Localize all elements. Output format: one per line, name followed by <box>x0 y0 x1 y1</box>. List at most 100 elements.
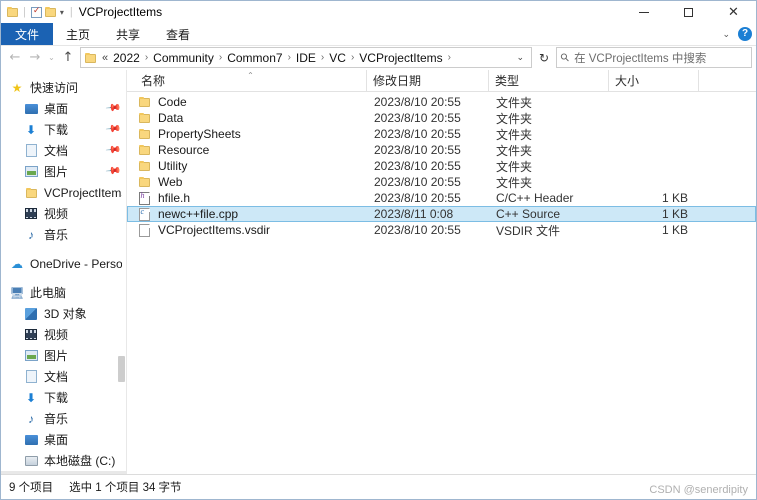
file-size: 1 KB <box>661 223 688 237</box>
close-button[interactable]: ✕ <box>711 1 756 23</box>
breadcrumb-item-vc[interactable]: VC <box>327 51 348 65</box>
sidebar-item-label: 音乐 <box>44 228 69 242</box>
selection-info-label: 选中 1 个项目 34 字节 <box>69 482 182 494</box>
table-row[interactable]: hfile.h 2023/8/10 20:55 C/C++ Header 1 K… <box>127 190 756 206</box>
sidebar-item-local-disk-c[interactable]: 本地磁盘 (C:) <box>1 450 126 471</box>
breadcrumb-item-vcprojectitems[interactable]: VCProjectItems <box>357 51 444 65</box>
search-box[interactable]: ⚲ 在 VCProjectItems 中搜索 <box>556 47 752 68</box>
sidebar-item-label: 图片 <box>44 349 69 363</box>
sidebar-scrollbar-thumb[interactable] <box>118 356 125 382</box>
breadcrumb-separator-icon[interactable]: › <box>216 52 225 63</box>
recent-locations-icon[interactable]: ⌄ <box>45 48 58 68</box>
table-row[interactable]: Data 2023/8/10 20:55 文件夹 <box>127 110 756 126</box>
minimize-button[interactable] <box>621 1 666 23</box>
chevron-down-icon[interactable]: ⌄ <box>722 29 730 40</box>
breadcrumb-separator-icon[interactable]: › <box>285 52 294 63</box>
sidebar-item-videos[interactable]: 视频 <box>1 324 126 345</box>
sidebar-item-documents[interactable]: 文档 📌 <box>1 140 126 161</box>
search-input[interactable]: 在 VCProjectItems 中搜索 <box>574 50 706 66</box>
breadcrumb-item-2022[interactable]: 2022 <box>111 51 142 65</box>
sidebar-item-3d-objects[interactable]: 3D 对象 <box>1 303 126 324</box>
sidebar-item-downloads[interactable]: ⬇ 下载 📌 <box>1 119 126 140</box>
forward-button[interactable]: → <box>25 48 45 68</box>
back-button[interactable]: ← <box>5 48 25 68</box>
breadcrumb-item-community[interactable]: Community <box>151 51 216 65</box>
sidebar-item-pictures-pc[interactable]: 图片 <box>1 345 126 366</box>
sidebar-scrollbar[interactable] <box>117 70 126 474</box>
sidebar-group-this-pc[interactable]: 🖥 此电脑 <box>1 282 126 303</box>
sidebar-item-label: 文档 <box>44 370 69 384</box>
sidebar-item-label: 桌面 <box>44 433 69 447</box>
breadcrumb-separator-icon[interactable]: › <box>142 52 151 63</box>
search-icon: ⚲ <box>558 50 573 65</box>
refresh-button[interactable]: ↻ <box>532 46 556 69</box>
downloads-icon: ⬇ <box>25 390 37 405</box>
sidebar-item-label: 文档 <box>44 144 69 158</box>
table-row[interactable]: Code 2023/8/10 20:55 文件夹 <box>127 94 756 110</box>
folder-icon <box>136 143 152 157</box>
sidebar-item-desktop[interactable]: 桌面 📌 <box>1 98 126 119</box>
table-row[interactable]: newc++file.cpp 2023/8/11 0:08 C++ Source… <box>127 206 756 222</box>
column-label: 名称 <box>141 74 166 88</box>
sidebar-item-desktop-pc[interactable]: 桌面 <box>1 429 126 450</box>
sidebar-item-label: 音乐 <box>44 412 69 426</box>
sidebar-group-quick-access[interactable]: ★ 快速访问 <box>1 77 126 98</box>
maximize-button[interactable] <box>666 1 711 23</box>
file-name-cell: hfile.h <box>136 191 368 205</box>
help-icon[interactable]: ? <box>738 27 752 41</box>
table-row[interactable]: Utility 2023/8/10 20:55 文件夹 <box>127 158 756 174</box>
column-header-size[interactable]: 大小 <box>609 70 699 91</box>
folder-icon <box>23 185 39 201</box>
address-dropdown-icon[interactable]: ⌄ <box>512 52 528 63</box>
qat-divider: | <box>23 6 26 18</box>
file-type: 文件夹 <box>496 159 533 174</box>
tab-file[interactable]: 文件 <box>1 23 54 45</box>
column-header-date-modified[interactable]: 修改日期 <box>367 70 489 91</box>
sidebar-group-onedrive[interactable]: ☁ OneDrive - Persona <box>1 253 126 274</box>
tab-home[interactable]: 主页 <box>53 23 103 45</box>
breadcrumb-separator-icon[interactable]: › <box>445 52 454 63</box>
customize-qat-caret-icon[interactable]: ▾ <box>59 8 65 17</box>
up-button[interactable]: ↑ <box>58 48 78 68</box>
new-folder-icon[interactable] <box>44 7 56 17</box>
sidebar-item-music-pc[interactable]: ♪ 音乐 <box>1 408 126 429</box>
sidebar-item-music-qa[interactable]: ♪ 音乐 <box>1 224 126 245</box>
column-header-type[interactable]: 类型 <box>489 70 609 91</box>
folder-icon <box>136 127 152 141</box>
documents-icon <box>23 369 39 385</box>
table-row[interactable]: Web 2023/8/10 20:55 文件夹 <box>127 174 756 190</box>
table-row[interactable]: Resource 2023/8/10 20:55 文件夹 <box>127 142 756 158</box>
tab-view[interactable]: 查看 <box>153 23 203 45</box>
sidebar-item-videos-qa[interactable]: 视频 <box>1 203 126 224</box>
sidebar-item-label: 下载 <box>44 123 69 137</box>
file-date: 2023/8/10 20:55 <box>374 127 461 141</box>
tab-share[interactable]: 共享 <box>103 23 153 45</box>
breadcrumb[interactable]: « 2022 › Community › Common7 › IDE › VC … <box>80 47 532 68</box>
table-row[interactable]: VCProjectItems.vsdir 2023/8/10 20:55 VSD… <box>127 222 756 238</box>
sidebar-item-vcprojectitems[interactable]: VCProjectItems <box>1 182 126 203</box>
sidebar-item-downloads-pc[interactable]: ⬇ 下载 <box>1 387 126 408</box>
file-date: 2023/8/10 20:55 <box>374 191 461 205</box>
file-name: Resource <box>158 143 210 157</box>
folder-icon <box>136 159 152 173</box>
table-row[interactable]: PropertySheets 2023/8/10 20:55 文件夹 <box>127 126 756 142</box>
sidebar-item-label: 快速访问 <box>30 81 79 95</box>
folder-icon[interactable] <box>7 7 18 17</box>
file-name: newc++file.cpp <box>158 207 239 221</box>
ribbon-right-controls: ⌄ ? <box>722 23 752 45</box>
column-header-name[interactable]: 名称 ⌃ <box>135 70 367 91</box>
properties-icon[interactable] <box>30 5 42 18</box>
file-date: 2023/8/10 20:55 <box>374 223 461 237</box>
breadcrumb-overflow-icon[interactable]: « <box>99 52 111 64</box>
breadcrumb-separator-icon[interactable]: › <box>318 52 327 63</box>
breadcrumb-item-ide[interactable]: IDE <box>294 51 318 65</box>
breadcrumb-item-common7[interactable]: Common7 <box>225 51 284 65</box>
breadcrumb-separator-icon[interactable]: › <box>348 52 357 63</box>
file-name-cell: VCProjectItems.vsdir <box>136 223 368 237</box>
sidebar-item-pictures[interactable]: 图片 📌 <box>1 161 126 182</box>
this-pc-icon: 🖥 <box>9 285 25 300</box>
file-date: 2023/8/10 20:55 <box>374 143 461 157</box>
sidebar-item-documents-pc[interactable]: 文档 <box>1 366 126 387</box>
